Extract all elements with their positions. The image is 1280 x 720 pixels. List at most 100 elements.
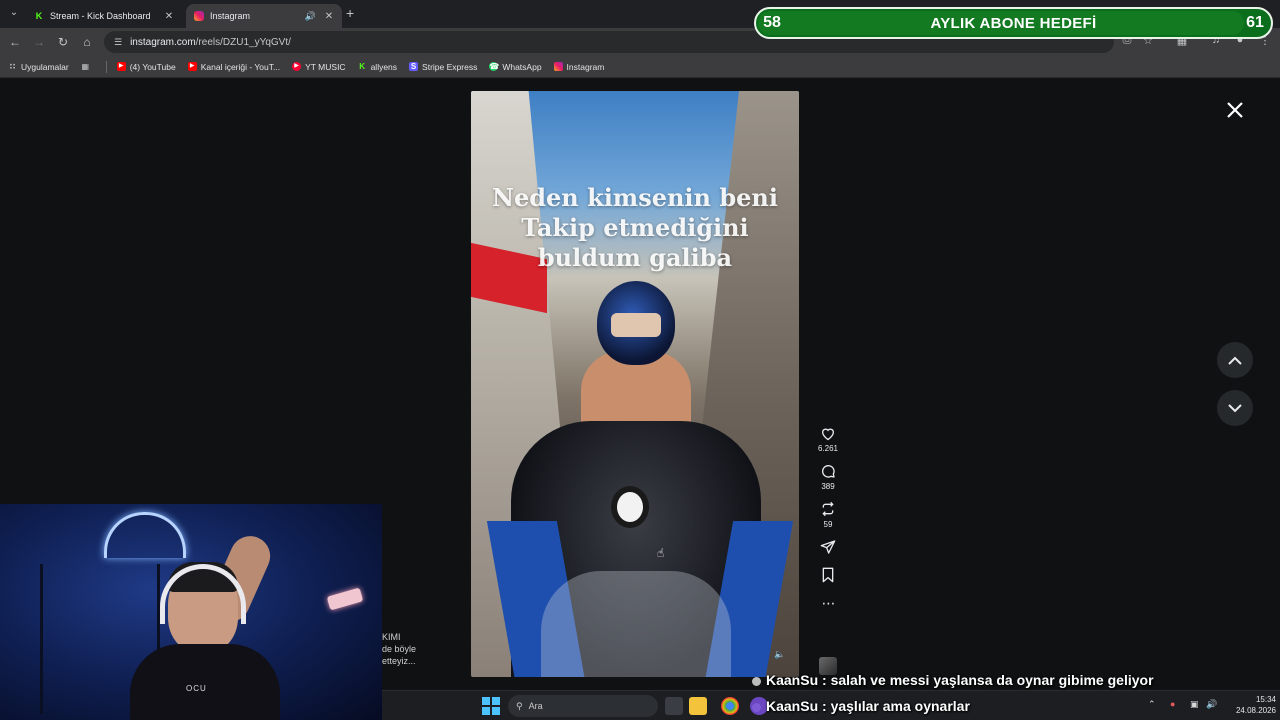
close-reel-button[interactable] [1224,99,1246,121]
streamer-webcam: OCU [0,504,382,720]
share-button[interactable] [813,537,843,557]
chat-badge-icon [752,676,761,686]
goal-title: AYLIK ABONE HEDEFİ [930,14,1097,32]
bookmark-label: WhatsApp [502,61,542,72]
tab-label: Instagram [210,11,251,21]
video-plush-toy [611,486,649,528]
bookmark-allyens[interactable]: K allyens [358,62,397,72]
reel-actions: 6.261 389 59 ⋯ [813,423,843,621]
reel-description-peek: KIMI de böyle etteyiz... [382,631,416,667]
tab-label: Stream - Kick Dashboard [50,11,151,21]
yt-music-icon: ▶ [292,62,302,71]
bookmark-yt-music[interactable]: ▶ YT MUSIC [292,61,346,72]
clock-date: 24.08.2026 [1235,706,1276,715]
back-arrow-icon[interactable]: ← [7,34,23,50]
windows-start-icon[interactable] [482,697,500,715]
neon-light [104,512,186,558]
bookmarks-bar: ∷ Uygulamalar ▦ ▶ (4) YouTube ▶ Kanal iç… [0,56,1280,78]
bookmark-label: Instagram [566,61,605,72]
bookmark-label: Stripe Express [422,61,478,72]
bookmark-apps[interactable]: ∷ Uygulamalar [8,62,69,72]
bookmark-label: Kanal içeriği - YouT... [200,61,281,72]
taskbar-search[interactable]: ⚲ Ara [508,695,658,717]
instagram-icon [194,11,204,21]
bookmark-icon [813,565,843,585]
next-reel-button[interactable] [1217,390,1253,426]
bookmark-all[interactable]: ▦ [81,62,94,71]
bookmark-youtube[interactable]: ▶ (4) YouTube [116,61,176,72]
tab-kick-dashboard[interactable]: K Stream - Kick Dashboard ✕ [26,4,182,28]
bookmark-label: YT MUSIC [305,61,346,72]
bookmark-whatsapp[interactable]: ☎ WhatsApp [489,61,542,72]
close-tab-icon[interactable]: ✕ [322,11,336,22]
close-tab-icon[interactable]: ✕ [162,11,176,22]
speaker-icon[interactable]: 🔊 [305,11,316,22]
chevron-up-icon [1228,356,1242,365]
site-settings-icon[interactable]: ☰ [114,37,122,48]
peek-line: KIMI [382,632,401,642]
reel-video[interactable]: Neden kimsenin beni Takip etmediğini bul… [471,91,799,677]
goal-target: 61 [1246,14,1264,31]
bookmark-stripe[interactable]: S Stripe Express [409,62,477,72]
screen: ⌄ K Stream - Kick Dashboard ✕ Instagram … [0,0,1280,720]
repost-count: 59 [823,520,833,529]
task-view-icon[interactable] [665,697,683,715]
caption-line: Takip etmediğini [521,213,749,242]
stream-chat-message: KaanSu : yaşlılar ama oynarlar [752,698,970,714]
video-face [611,313,661,337]
instagram-icon [553,62,563,71]
save-button[interactable] [813,565,843,585]
youtube-icon: ▶ [116,62,126,71]
bookmark-kanal[interactable]: ▶ Kanal içeriği - YouT... [187,61,281,72]
repost-button[interactable]: 59 [813,499,843,529]
bookmark-divider [105,60,107,73]
video-windscreen [541,571,731,677]
caption-line: buldum galiba [537,243,733,272]
comment-count: 389 [821,482,835,491]
volume-icon[interactable]: 🔈 [773,649,787,663]
whatsapp-icon: ☎ [489,62,500,71]
home-icon[interactable]: ⌂ [79,34,95,50]
forward-arrow-icon[interactable]: → [31,34,47,50]
heart-icon [813,423,843,443]
peek-line: de böyle [382,644,417,654]
file-explorer-icon[interactable] [689,697,707,715]
tray-network-icon[interactable]: ▣ [1190,699,1199,710]
more-options-button[interactable]: ⋯ [813,593,843,613]
chat-username: KaanSu [766,698,819,714]
url-host: instagram.com [130,36,196,48]
tab-instagram[interactable]: Instagram 🔊 ✕ [186,4,342,28]
chrome-icon[interactable] [721,697,739,715]
peek-line: etteyiz... [382,656,416,666]
repost-icon [813,499,843,519]
chat-badge-icon [752,702,761,712]
like-button[interactable]: 6.261 [813,423,843,453]
chevron-down-icon [1228,403,1242,412]
shirt-print: OCU [186,684,207,693]
previous-reel-button[interactable] [1217,342,1253,378]
search-icon: ⚲ [516,700,523,711]
bookmark-label: (4) YouTube [129,61,176,72]
tab-search-chevron-icon[interactable]: ⌄ [6,7,22,21]
tray-volume-icon[interactable]: 🔊 [1206,699,1217,710]
chat-username: KaanSu [766,672,819,688]
streamer-torso [130,644,280,720]
bookmark-label: Uygulamalar [21,61,69,72]
new-tab-button[interactable]: + [346,5,360,21]
taskbar-clock[interactable]: 15:34 24.08.2026 [1228,694,1276,716]
like-count: 6.261 [817,444,839,453]
bookmark-instagram[interactable]: Instagram [553,61,605,72]
microphone-icon [326,587,364,611]
tray-mic-icon[interactable]: ● [1170,699,1175,709]
chat-text: yaşlılar ama oynarlar [830,698,970,714]
close-icon [1227,102,1243,118]
comment-button[interactable]: 389 [813,461,843,491]
clock-time: 15:34 [1255,695,1276,704]
caption-line: Neden kimsenin beni [492,183,778,212]
reload-icon[interactable]: ↻ [55,34,71,50]
kick-icon: K [35,11,43,21]
kick-icon: K [359,62,365,71]
chat-text: salah ve messi yaşlansa da oynar gibime … [830,672,1154,688]
more-dots-icon: ⋯ [821,594,836,611]
tray-chevron-up-icon[interactable]: ⌃ [1148,699,1156,710]
